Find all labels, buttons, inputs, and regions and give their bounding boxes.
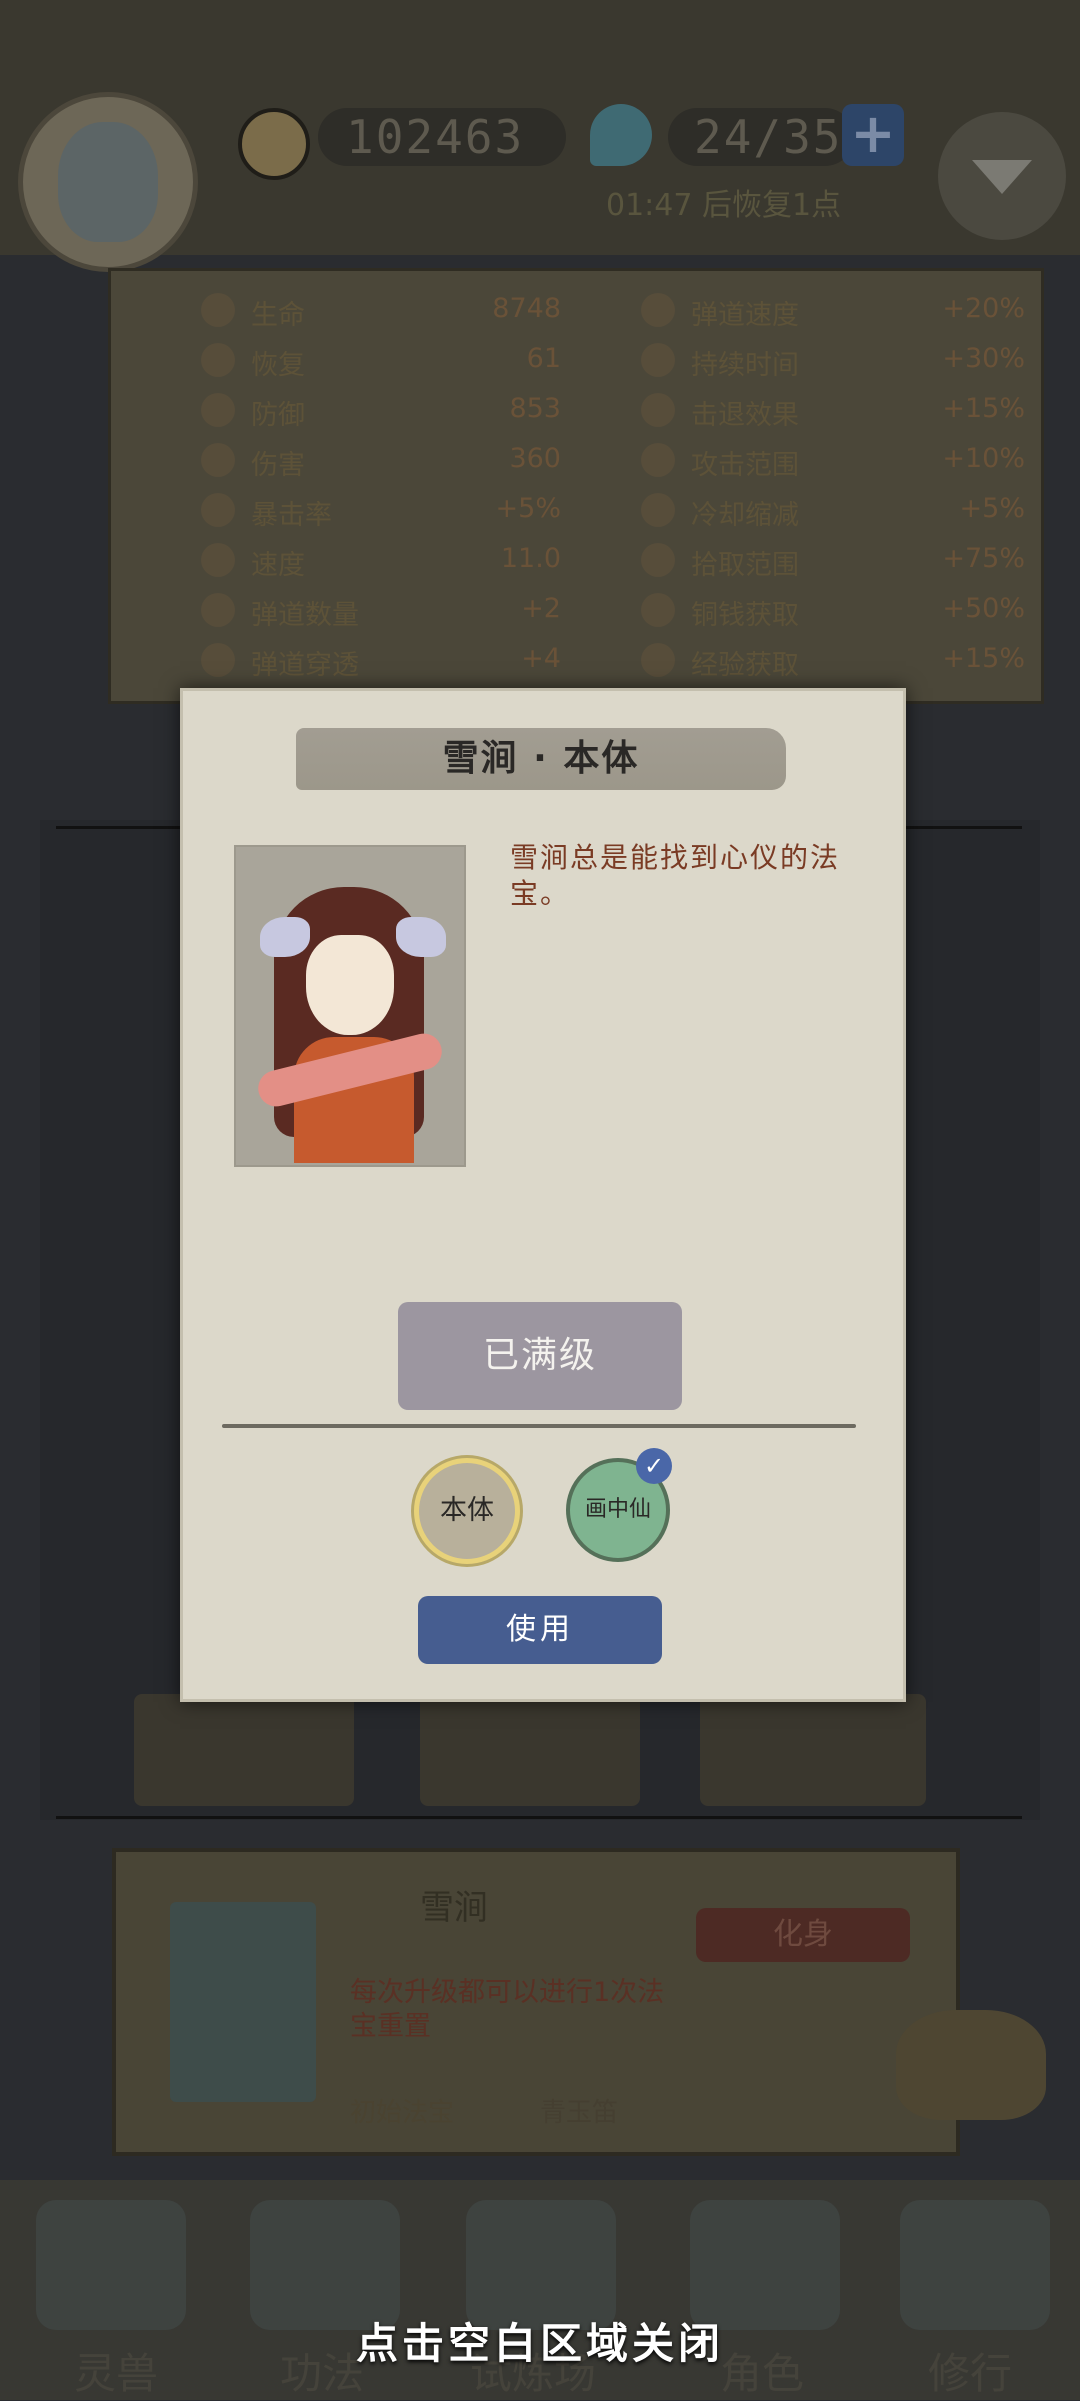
book-icon (641, 643, 675, 677)
stat-label: 攻击范围 (691, 450, 799, 481)
stat-value: 8748 (492, 293, 561, 324)
modal-divider (222, 1424, 856, 1428)
stat-label: 弹道数量 (251, 600, 359, 631)
stat-row: 生命 8748 (201, 285, 641, 335)
stat-row: 经验获取 +15% (641, 635, 1080, 685)
stat-row: 冷却缩减 +5% (641, 485, 1080, 535)
use-button[interactable]: 使用 (418, 1596, 662, 1664)
coin-icon (238, 108, 310, 180)
plus-icon[interactable]: + (842, 104, 904, 166)
hourglass-icon (641, 343, 675, 377)
character-slot[interactable] (134, 1694, 354, 1806)
energy-count: 24/35 (668, 108, 854, 166)
hero-description: 每次升级都可以进行1次法宝重置 (350, 1977, 665, 2042)
player-avatar[interactable] (18, 92, 198, 272)
heart-icon (201, 293, 235, 327)
speed-icon (201, 543, 235, 577)
stat-label: 经验获取 (691, 650, 799, 681)
stat-label: 防御 (251, 400, 305, 431)
stat-value: +2 (521, 593, 561, 624)
heal-icon (201, 343, 235, 377)
recover-timer: 01:47 后恢复1点 (606, 188, 842, 223)
stats-panel: 生命 8748 恢复 61 防御 853 伤害 360 暴击率 +5% 速度 11.0 弹道… (108, 268, 1044, 704)
stat-label: 冷却缩减 (691, 500, 799, 531)
stat-row: 弹道数量 +2 (201, 585, 641, 635)
character-slot[interactable] (700, 1694, 926, 1806)
skin-option-base[interactable]: 本体 (414, 1458, 520, 1564)
modal-title: 雪涧 · 本体 (442, 738, 640, 779)
hero-name: 雪涧 (420, 1888, 488, 1928)
stat-value: +5% (959, 493, 1025, 524)
stat-label: 铜钱获取 (691, 600, 799, 631)
initial-weapon-label: 初始法宝 (350, 2098, 455, 2128)
stat-row: 弹道穿透 +4 (201, 635, 641, 685)
stat-value: 11.0 (500, 543, 561, 574)
avatar-face (58, 122, 158, 242)
menu-dropdown-button[interactable] (938, 112, 1066, 240)
stat-value: +50% (942, 593, 1025, 624)
stat-label: 击退效果 (691, 400, 799, 431)
stat-value: +75% (942, 543, 1025, 574)
magnet-icon (641, 543, 675, 577)
stat-row: 防御 853 (201, 385, 641, 435)
stat-value: 360 (509, 443, 561, 474)
stat-row: 铜钱获取 +50% (641, 585, 1080, 635)
sword-icon (201, 443, 235, 477)
stat-value: +4 (521, 643, 561, 674)
stat-label: 恢复 (251, 350, 305, 381)
stat-row: 弹道速度 +20% (641, 285, 1080, 335)
stat-value: +30% (942, 343, 1025, 374)
bullet-speed-icon (641, 293, 675, 327)
stat-value: 61 (526, 343, 561, 374)
fist-icon (641, 393, 675, 427)
stat-row: 伤害 360 (201, 435, 641, 485)
stat-value: +20% (942, 293, 1025, 324)
close-hint[interactable]: 点击空白区域关闭 (0, 2310, 1080, 2371)
stat-value: 853 (509, 393, 561, 424)
character-slot[interactable] (420, 1694, 640, 1806)
stat-label: 持续时间 (691, 350, 799, 381)
stat-row: 攻击范围 +10% (641, 435, 1080, 485)
transform-button[interactable]: 化身 (696, 1908, 910, 1962)
stat-label: 弹道速度 (691, 300, 799, 331)
chevron-down-icon (972, 160, 1032, 194)
skin-description: 雪涧总是能找到心仪的法宝。 (510, 841, 841, 910)
stat-row: 击退效果 +15% (641, 385, 1080, 435)
stat-label: 弹道穿透 (251, 650, 359, 681)
portrait-face (306, 935, 394, 1035)
divider (56, 1816, 1022, 1819)
portrait-bow-right (396, 917, 446, 957)
cooldown-icon (641, 493, 675, 527)
stat-label: 伤害 (251, 450, 305, 481)
stat-label: 暴击率 (251, 500, 332, 531)
stat-row: 恢复 61 (201, 335, 641, 385)
armor-icon (201, 393, 235, 427)
stat-value: +10% (942, 443, 1025, 474)
stat-row: 速度 11.0 (201, 535, 641, 585)
pierce-icon (201, 643, 235, 677)
range-icon (641, 443, 675, 477)
stat-label: 生命 (251, 300, 305, 331)
stat-label: 拾取范围 (691, 550, 799, 581)
initial-weapon-name: 青玉笛 (540, 2098, 619, 2128)
crit-icon (201, 493, 235, 527)
stat-row: 拾取范围 +75% (641, 535, 1080, 585)
projectile-icon (201, 593, 235, 627)
max-level-button[interactable]: 已满级 (398, 1302, 682, 1410)
stat-row: 持续时间 +30% (641, 335, 1080, 385)
skin-portrait (234, 845, 466, 1167)
cauldron-icon[interactable] (896, 2010, 1046, 2120)
stat-value: +5% (495, 493, 561, 524)
copper-coin-icon (641, 593, 675, 627)
jade-icon (590, 104, 652, 166)
hero-portrait (170, 1902, 316, 2102)
stat-value: +15% (942, 393, 1025, 424)
stat-value: +15% (942, 643, 1025, 674)
portrait-bow-left (260, 917, 310, 957)
stat-row: 暴击率 +5% (201, 485, 641, 535)
check-icon: ✓ (636, 1448, 672, 1484)
coin-count: 102463 (318, 108, 566, 166)
stat-label: 速度 (251, 550, 305, 581)
